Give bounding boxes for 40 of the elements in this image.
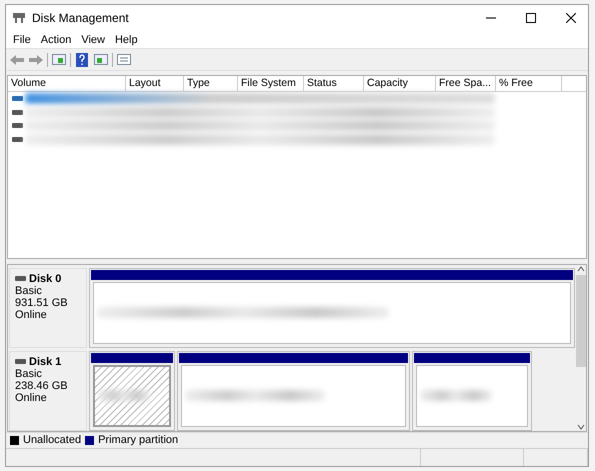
properties-button[interactable]	[116, 52, 132, 68]
help-button[interactable]	[74, 52, 90, 68]
menu-item[interactable]: File	[8, 34, 36, 46]
column-header[interactable]: Layout	[126, 76, 184, 92]
scrollbar[interactable]	[575, 264, 586, 431]
column-header[interactable]: % Free	[496, 76, 562, 92]
caret-down-icon[interactable]	[576, 422, 584, 431]
column-header[interactable]: File System	[238, 76, 304, 92]
disk-management-icon	[12, 12, 26, 24]
partition[interactable]	[89, 268, 575, 348]
disk-info-panel[interactable]: Disk 0 Basic 931.51 GB Online	[9, 268, 87, 348]
partition[interactable]	[177, 350, 410, 431]
partition[interactable]	[412, 350, 532, 431]
legend-label: Unallocated	[23, 434, 82, 446]
caret-up-icon[interactable]	[576, 264, 584, 273]
disk-type: Basic	[15, 284, 43, 297]
disk-status: Online	[15, 392, 48, 404]
partition[interactable]	[89, 350, 175, 431]
panel-button[interactable]	[51, 52, 67, 68]
disk-type: Basic	[15, 368, 43, 380]
column-header[interactable]: Capacity	[364, 76, 436, 92]
disk-size: 238.46 GB	[15, 380, 69, 392]
menu-item[interactable]: Action	[36, 34, 76, 46]
column-header[interactable]: Volume	[8, 76, 126, 92]
panel-button[interactable]	[93, 52, 109, 68]
column-header[interactable]: Type	[184, 76, 238, 92]
window-title: Disk Management	[32, 11, 130, 25]
disk-info-panel[interactable]: Disk 1 Basic 238.46 GB Online	[9, 350, 87, 431]
legend-label: Primary partition	[98, 434, 178, 446]
disk-size: 931.51 GB	[15, 296, 69, 309]
blurred-row[interactable]	[25, 93, 495, 104]
disk-name: Disk 0	[29, 272, 62, 285]
menu-item[interactable]: View	[76, 34, 110, 46]
close-icon	[566, 13, 576, 23]
column-header[interactable]: Free Spa...	[436, 76, 496, 92]
menu-item[interactable]: Help	[110, 34, 143, 46]
disk-name: Disk 1	[29, 356, 62, 368]
column-header[interactable]: Status	[304, 76, 364, 92]
disk-status: Online	[15, 308, 48, 321]
maximize-icon	[526, 13, 536, 23]
